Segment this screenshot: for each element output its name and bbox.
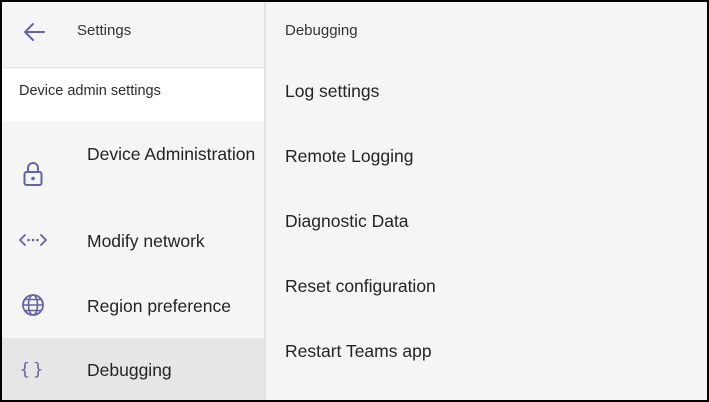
nav-item-label: Device Administration bbox=[87, 144, 256, 164]
network-code-icon bbox=[18, 225, 48, 255]
page-title: Settings bbox=[77, 22, 132, 39]
globe-icon bbox=[18, 290, 48, 320]
left-header: Settings bbox=[2, 2, 264, 68]
nav-item-label: Debugging bbox=[87, 360, 172, 380]
nav-item-region-preference[interactable]: Region preference bbox=[2, 273, 264, 338]
left-panel: Settings Device admin settings Device Ad… bbox=[2, 2, 264, 400]
nav-item-label: Modify network bbox=[87, 231, 205, 251]
detail-title: Debugging bbox=[285, 22, 358, 39]
arrow-left-icon bbox=[24, 23, 45, 41]
diagnostic-data-item[interactable]: Diagnostic Data bbox=[285, 206, 685, 236]
nav-item-modify-network[interactable]: Modify network bbox=[2, 208, 264, 273]
section-label: Device admin settings bbox=[2, 69, 264, 121]
lock-icon bbox=[18, 159, 48, 189]
remote-logging-item[interactable]: Remote Logging bbox=[285, 141, 685, 171]
nav-item-device-administration[interactable]: Device Administration bbox=[2, 142, 264, 207]
log-settings-item[interactable]: Log settings bbox=[285, 76, 685, 106]
settings-window: Settings Device admin settings Device Ad… bbox=[2, 2, 707, 400]
reset-configuration-item[interactable]: Reset configuration bbox=[285, 271, 685, 301]
braces-icon: {} bbox=[19, 360, 47, 380]
back-button[interactable] bbox=[20, 18, 48, 46]
right-panel: Debugging Log settings Remote Logging Di… bbox=[266, 2, 707, 400]
nav-item-label: Region preference bbox=[87, 296, 231, 316]
restart-teams-app-item[interactable]: Restart Teams app bbox=[285, 336, 685, 366]
nav-item-debugging[interactable]: {} Debugging bbox=[2, 338, 264, 400]
